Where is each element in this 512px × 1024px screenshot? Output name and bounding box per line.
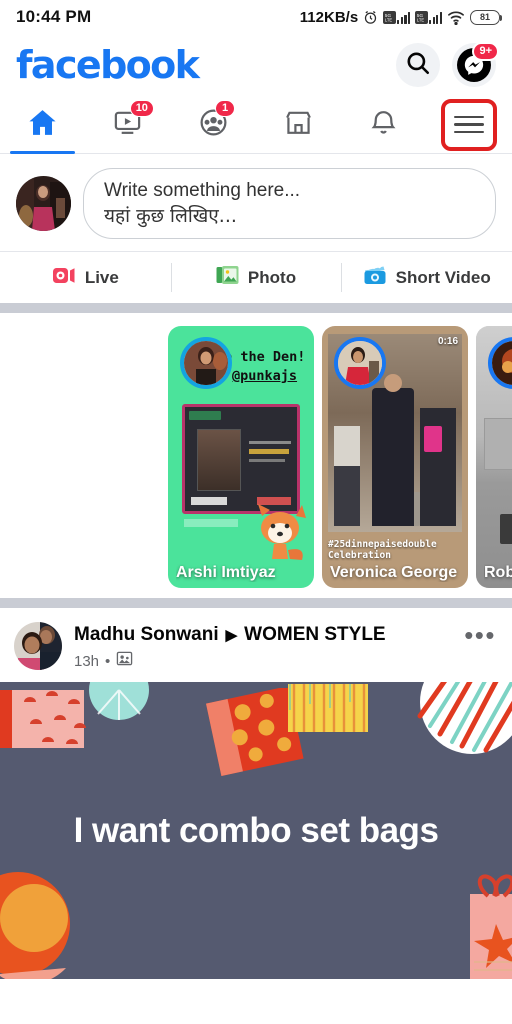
bell-icon [368,107,399,143]
nav-tab-marketplace[interactable] [256,96,341,153]
section-divider-top [0,303,512,313]
composer-placeholder-en: Write something here... [104,178,475,204]
confetti-orange-circle [0,872,88,979]
story-name: Arshi Imtiyaz [176,564,308,582]
post-author-name[interactable]: Madhu Sonwani [74,624,219,647]
composer-input[interactable]: Write something here... यहां कुछ लिखिए..… [83,168,496,239]
groups-badge: 1 [215,100,235,117]
app-header: facebook 9+ [0,34,512,96]
post-image-text: I want combo set bags [0,811,512,851]
post-meta: Madhu Sonwani ▶ WOMEN STYLE 13h • [74,622,452,672]
post-separator: • [105,653,110,670]
post-timestamp: 13h [74,653,99,670]
messenger-button[interactable]: 9+ [452,43,496,87]
live-video-icon [52,266,76,290]
post-title-row: Madhu Sonwani ▶ WOMEN STYLE [74,624,452,647]
story-card[interactable]: Robi [476,326,512,588]
post-group-name[interactable]: WOMEN STYLE [244,624,385,647]
messenger-badge: 9+ [472,42,499,61]
story-duration: 0:16 [438,336,458,347]
battery-icon: 81 [470,10,500,25]
wifi-icon [447,10,465,25]
sim1-signal-icon: 5GLTE [383,11,410,24]
network-speed: 112KB/s [300,9,358,26]
confetti-teal-circle [88,682,150,728]
svg-text:LTE: LTE [417,17,424,22]
confetti-striped-circle [414,682,512,764]
search-button[interactable] [396,43,440,87]
confetti-yellow-stripes [288,684,370,736]
section-divider-bottom [0,598,512,608]
alarm-icon [363,10,378,25]
svg-text:LTE: LTE [385,17,392,22]
status-bar: 10:44 PM 112KB/s 5GLTE 5GLTE [0,0,512,34]
post-composer: Write something here... यहां कुछ लिखिए..… [0,154,512,251]
story-avatar-ring[interactable] [334,337,386,389]
post-subtitle-row: 13h • [74,650,452,672]
short-video-button[interactable]: Short Video [341,252,512,303]
menu-highlight-box [441,99,497,151]
nav-tab-menu[interactable] [427,96,512,153]
story-name: Veronica George [330,564,462,582]
short-video-label: Short Video [396,268,491,288]
live-label: Live [85,268,119,288]
facebook-logo[interactable]: facebook [16,46,198,84]
composer-placeholder-hi: यहां कुछ लिखिए... [104,204,475,230]
nav-tab-notifications[interactable] [341,96,426,153]
confetti-pink-square [0,690,102,762]
sim1-data-icon: 5GLTE [383,11,396,24]
story-avatar-ring[interactable] [180,337,232,389]
sim2-signal-icon: 5GLTE [415,11,442,24]
story-card[interactable]: 0:16 #25dinnepaisedouble Celebration Ver… [322,326,468,588]
search-icon [405,50,431,81]
story-inner-caption [184,519,238,527]
nav-tab-groups[interactable]: 1 [171,96,256,153]
stories-carousel[interactable]: to the Den! @punkajs [168,326,512,588]
video-badge: 10 [130,100,154,117]
group-privacy-icon [116,650,133,672]
marketplace-icon [283,107,314,143]
more-options-icon[interactable]: ••• [464,622,496,644]
post-header: Madhu Sonwani ▶ WOMEN STYLE 13h • ••• [0,608,512,682]
user-avatar[interactable] [16,176,71,231]
short-video-icon [363,265,387,290]
post-arrow-icon: ▶ [226,627,238,645]
photo-button[interactable]: Photo [171,252,342,303]
battery-level: 81 [480,12,490,22]
nav-tab-video[interactable]: 10 [85,96,170,153]
photo-icon [216,265,239,290]
fox-sticker-icon [254,502,308,560]
composer-actions: Live Photo Short Video [0,251,512,303]
status-time: 10:44 PM [16,7,91,27]
story-inner-card [182,404,300,514]
live-button[interactable]: Live [0,252,171,303]
home-icon [26,106,59,144]
confetti-gift-box [466,870,512,979]
nav-tab-home[interactable] [0,96,85,153]
story-card[interactable]: to the Den! @punkajs [168,326,314,588]
hamburger-menu-icon[interactable] [454,111,484,139]
post-image[interactable]: I want combo set bags [0,682,512,979]
sim2-data-icon: 5GLTE [415,11,428,24]
story-handle: @punkajs [232,367,310,385]
story-name: Robi [484,564,512,582]
stories-section[interactable]: to the Den! @punkajs [0,313,512,598]
post-author-avatar[interactable] [14,622,62,670]
story-caption: #25dinnepaisedouble Celebration [328,540,462,562]
photo-label: Photo [248,268,296,288]
main-navigation: 10 1 [0,96,512,154]
